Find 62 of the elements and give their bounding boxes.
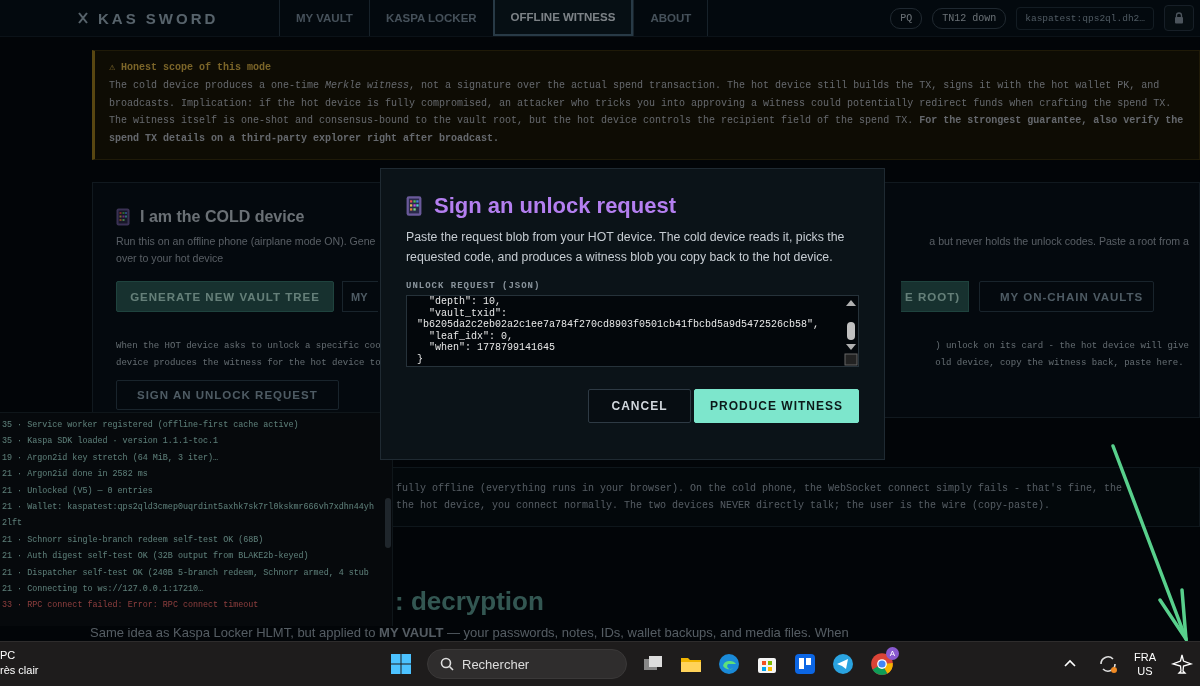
- paper-plane-icon[interactable]: [831, 652, 855, 676]
- dialog-description: Paste the request blob from your HOT device. The cold device reads it, picks the requested code, and produces a witness blob you copy back to the hot device.: [406, 229, 846, 266]
- help-text: When the HOT device asks to unlock a specific coo: [116, 340, 381, 353]
- log-entry: 21 · Schnorr single-branch redeem self-test OK (68B): [2, 533, 265, 547]
- log-entry: 21 · Connecting to ws://127.0.0.1:17210…: [2, 583, 205, 597]
- section-heading: : decryption: [395, 586, 545, 616]
- chrome-button[interactable]: A: [869, 651, 895, 677]
- card-title: I am the COLD device: [140, 207, 305, 227]
- card-description: a but never holds the unlock codes. Paste a root from a: [929, 234, 1189, 249]
- section-paragraph: Same idea as Kaspa Locker HLMT, but applied to MY VAULT — your passwords, notes, IDs, wallet backups, and media files. When: [90, 625, 850, 640]
- wallet-address[interactable]: kaspatest:qps2ql.dh2…: [1016, 6, 1154, 30]
- help-text: ) unlock on its card - the hot device will give: [935, 340, 1189, 353]
- card-button[interactable]: MY: [342, 281, 378, 312]
- sign-request-button[interactable]: SIGN AN UNLOCK REQUEST: [116, 380, 339, 410]
- nav-tab[interactable]: ABOUT: [633, 0, 709, 36]
- phone-icon: [406, 195, 422, 217]
- help-text: old device, copy the witness back, paste here.: [935, 357, 1185, 370]
- card-description: over to your hot device: [116, 251, 224, 266]
- card-button[interactable]: GENERATE NEW VAULT TREE: [116, 281, 334, 312]
- log-entry: 35 · Service worker registered (offline-first cache active): [2, 419, 300, 432]
- dialog-title: Sign an unlock request: [434, 193, 677, 219]
- nav-tab[interactable]: MY VAULT: [279, 0, 369, 36]
- log-entry: 21 · Wallet: kaspatest:qps2qld3cmep0uqrdint5axhk7sk7rl0kskmr666vh7xdhn44yh 2lft: [2, 501, 374, 531]
- warning-title: ⚠ Honest scope of this mode: [109, 61, 273, 75]
- log-entry: 33 · RPC connect failed: Error: RPC connect timeout: [2, 599, 260, 613]
- lock-icon: [1174, 12, 1184, 24]
- pq-badge: PQ: [890, 7, 923, 29]
- help-text: device produces the witness for the hot device to: [116, 357, 381, 370]
- cancel-button[interactable]: CANCEL: [588, 389, 691, 423]
- request-field[interactable]: "depth": 10, "vault_txid": "b6205da2c2eb02a2c1ee7a784f270cd8903f0501cb41fbcbd5a9d5472526cb58", "leaf_idx": 0, "when": 1778799141645 }: [406, 295, 859, 367]
- log-entry: 21 · Unlocked (V5) — 0 entries: [2, 484, 154, 498]
- profile-badge: A: [886, 647, 899, 660]
- airplane-icon[interactable]: [1170, 652, 1194, 676]
- produce-witness-button[interactable]: PRODUCE WITNESS: [694, 389, 859, 423]
- weather-temperature[interactable]: PC: [0, 648, 39, 663]
- search-field[interactable]: Rechercher: [427, 649, 627, 679]
- card-button[interactable]: MY ON-CHAIN VAULTS: [979, 281, 1154, 312]
- browser-icon: [869, 651, 895, 677]
- lock-button[interactable]: [1164, 5, 1194, 31]
- warning-text: The cold device produces a one-time Merkle witness, not a signature over the actual spend transaction. The hot device still builds the TX, signs it with the hot wallet PK, and broadcasts. Implication: if the hot device is fully compromised, an attacker who tricks you into approving a witness could potentially redirect funds when crafting the spend TX. The witness itself is one-shot and consensus-bound to the vault root, but the hot device controls the recipient field of the spend TX. For the strongest guarantee, also verify the spend TX details on a third-party explorer right after broadcast.: [109, 79, 1185, 146]
- search-icon: [440, 657, 454, 671]
- info-text: fully offline (everything runs in your browser). On the cold phone, the WebSocket connect simply fails - that's fine, the: [396, 482, 1124, 496]
- nav-tab[interactable]: KASPA LOCKER: [368, 0, 493, 36]
- windows-icon[interactable]: [389, 652, 413, 676]
- browser-icon[interactable]: [717, 652, 741, 676]
- logo-icon: [78, 12, 88, 24]
- board-app-icon[interactable]: [793, 652, 817, 676]
- app-logo: KAS SWORD: [98, 9, 219, 27]
- log-entry: 21 · Argon2id done in 2582 ms: [2, 468, 149, 482]
- log-entry: 21 · Auth digest self-test OK (32B output from BLAKE2b-keyed): [2, 550, 310, 564]
- card-button[interactable]: E ROOT): [901, 281, 969, 312]
- log-entry: 21 · Dispatcher self-test OK (240B 5-branch redeem, Schnorr armed, 4 stub: [2, 566, 370, 580]
- weather-text[interactable]: rès clair: [0, 663, 39, 678]
- language-indicator[interactable]: FRA US: [1134, 650, 1156, 678]
- nav-tab[interactable]: OFFLINE WITNESS: [492, 0, 634, 36]
- field-label: UNLOCK REQUEST (JSON): [406, 281, 542, 291]
- phone-icon: [116, 208, 130, 226]
- log-entry: 19 · Argon2id key stretch (64 MiB, 3 iter)…: [2, 451, 220, 465]
- network-status-badge: TN12 down: [932, 7, 1007, 29]
- info-text: the hot device, you connect normally. The two devices NEVER directly talk; the user is the wire (copy-paste).: [396, 499, 1052, 513]
- log-entry: 35 · Kaspa SDK loaded · version 1.1.1-toc.1: [2, 435, 220, 449]
- card-description: Run this on an offline phone (airplane mode ON). Gene: [116, 234, 376, 249]
